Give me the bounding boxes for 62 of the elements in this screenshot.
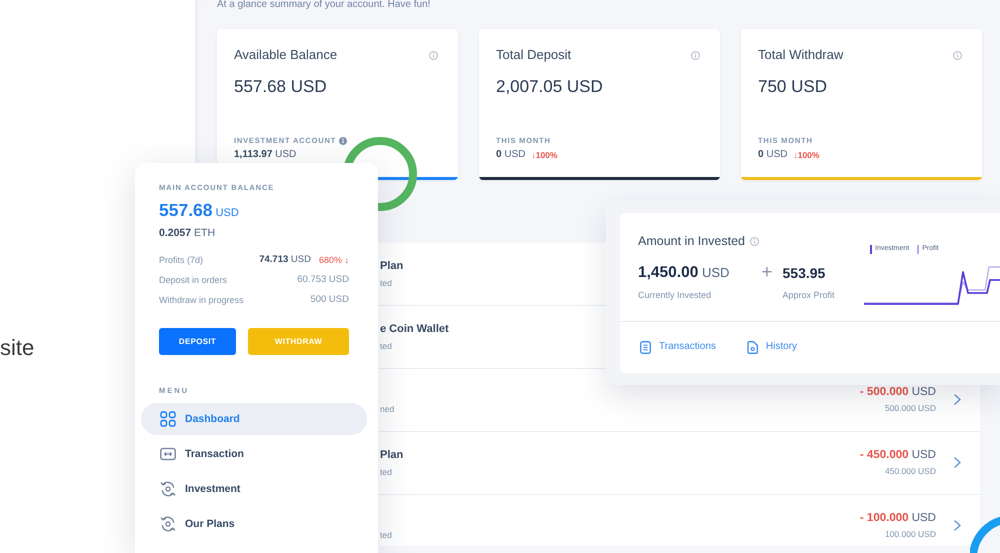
- transaction-amount: - 500.000 USD: [860, 385, 936, 399]
- chevron-right-icon: [954, 394, 961, 405]
- card-title: Available Balance: [234, 47, 338, 63]
- transaction-subtitle: ted: [380, 529, 392, 541]
- card-footer-value: 0 USD: [496, 149, 526, 161]
- transaction-amount: - 100.000 USD: [860, 511, 936, 525]
- card-title: Total Withdraw: [758, 47, 844, 63]
- card-amount: 750 USD: [758, 76, 828, 98]
- menu-item[interactable]: Investment: [141, 473, 367, 505]
- stat-value: 74.713 USD: [259, 254, 311, 266]
- change-text: ↓100%: [793, 149, 820, 161]
- card-footer-value: 0 USD: [758, 149, 788, 161]
- profit-amount: 553.95: [782, 264, 826, 283]
- ring-icon: [970, 514, 1000, 553]
- transaction-subtitle: ted: [380, 466, 392, 478]
- summary-subtitle: At a glance summary of your account. Have fun!: [217, 0, 432, 10]
- menu-item[interactable]: Our Plans: [141, 508, 367, 540]
- info-icon: [953, 50, 962, 60]
- transaction-subtitle: ted: [380, 340, 392, 352]
- cycle-arrows-icon: [160, 516, 176, 532]
- card-amount: 557.68 USD: [234, 76, 328, 98]
- menu-item[interactable]: Transaction: [141, 438, 367, 470]
- card-amount: 2,007.05 USD: [496, 76, 604, 98]
- transaction-subtitle: ted: [380, 277, 392, 289]
- card-footer-value: 1,113.97 USD: [234, 149, 296, 161]
- invested-amount: 1,450.00 USD: [638, 263, 730, 283]
- stat-value: 60.753 USD: [297, 274, 349, 286]
- balance-amount: 557.68 USD: [159, 200, 239, 222]
- grid-icon: [160, 411, 176, 427]
- card-title: Total Deposit: [496, 47, 572, 63]
- document-icon: [640, 340, 651, 354]
- stat-change: 680% ↓: [318, 254, 349, 266]
- transaction-subtitle: ned: [380, 403, 394, 415]
- deposit-button[interactable]: DEPOSIT: [159, 328, 236, 355]
- info-icon: [691, 50, 700, 60]
- info-icon: [429, 50, 438, 60]
- transaction-title: e Coin Wallet: [380, 322, 449, 336]
- invested-label: Currently Invested: [638, 289, 712, 301]
- chevron-right-icon: [954, 457, 961, 468]
- transaction-title: Plan: [380, 448, 404, 462]
- transaction-sub-amount: 500.000 USD: [884, 402, 936, 414]
- stat-label: Withdraw in progress: [159, 294, 244, 306]
- transfer-icon: [160, 447, 176, 461]
- transaction-title: Plan: [380, 259, 404, 273]
- transaction-sub-amount: 450.000 USD: [884, 465, 936, 477]
- stat-label: Deposit in orders: [159, 274, 228, 286]
- transaction-sub-amount: 100.000 USD: [884, 528, 936, 540]
- file-icon: [746, 340, 758, 354]
- transaction-amount: - 450.000 USD: [860, 448, 936, 462]
- footer-link[interactable]: History: [746, 340, 797, 354]
- invested-title: Amount in Invested: [638, 233, 746, 249]
- cycle-arrows-icon: [160, 481, 176, 497]
- menu-item[interactable]: Dashboard: [141, 403, 367, 435]
- change-text: ↓100%: [531, 149, 558, 161]
- eth-balance: 0.2057 ETH: [159, 226, 216, 240]
- stat-value: 500 USD: [310, 294, 349, 306]
- stat-label: Profits (7d): [159, 254, 204, 266]
- plus-sign: +: [761, 263, 773, 283]
- profit-label: Approx Profit: [782, 289, 835, 301]
- footer-link[interactable]: Transactions: [640, 340, 716, 354]
- chevron-right-icon: [954, 520, 961, 531]
- info-icon: [750, 236, 760, 246]
